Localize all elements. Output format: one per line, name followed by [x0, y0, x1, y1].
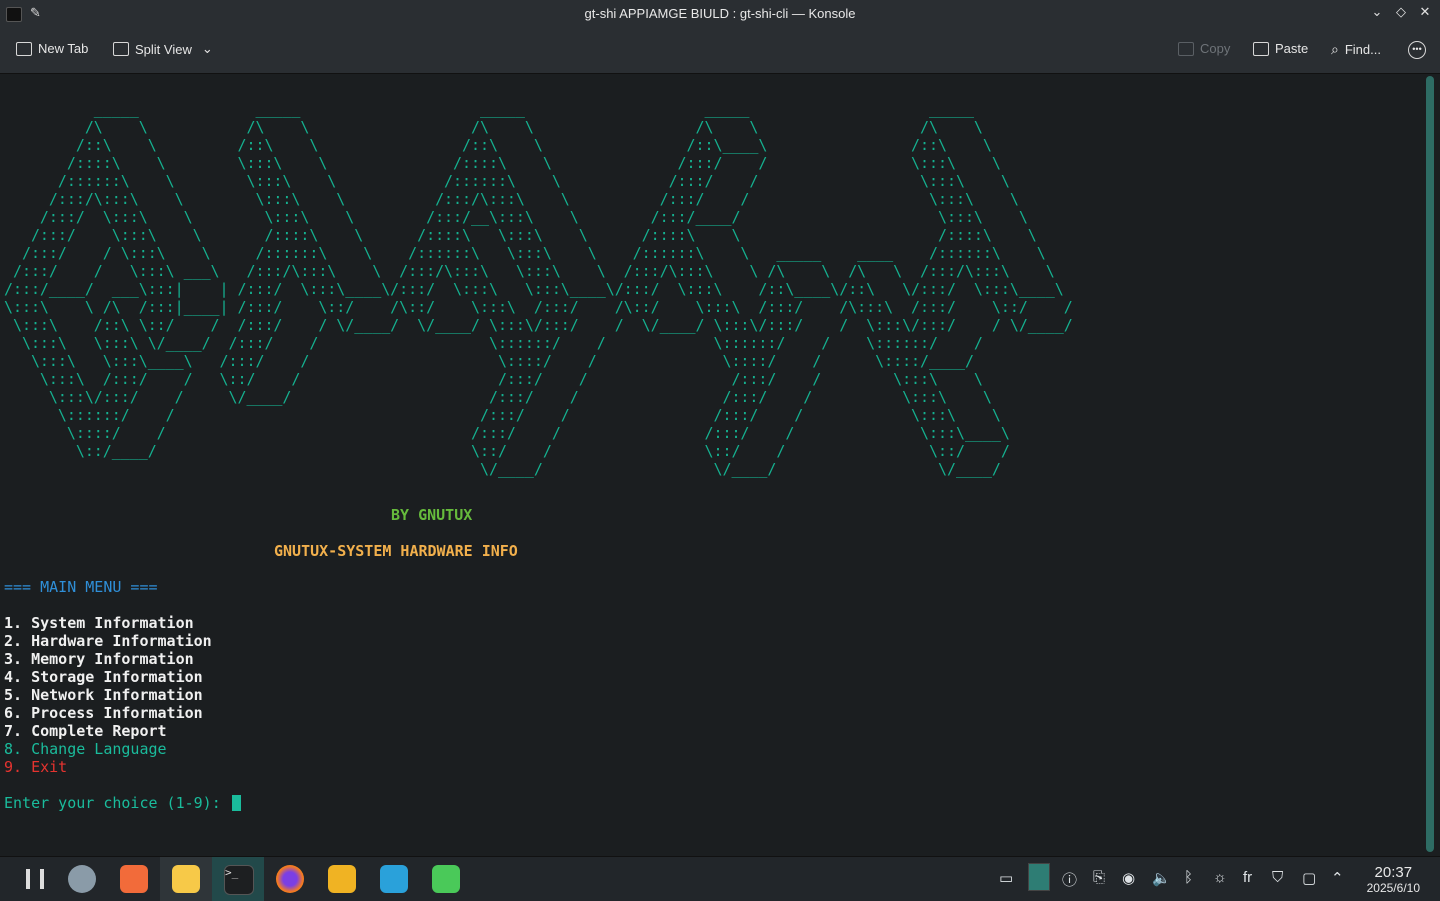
konsole-icon: >_ — [224, 865, 254, 895]
menu-header: === MAIN MENU === — [4, 578, 158, 596]
new-tab-button[interactable]: New Tab — [16, 41, 88, 56]
file-manager-icon — [172, 865, 200, 893]
app-launcher-icon — [26, 869, 44, 889]
store-icon — [120, 865, 148, 893]
paste-icon — [1253, 41, 1269, 56]
updates-icon[interactable]: ⛉ — [1272, 869, 1283, 886]
find-label: Find... — [1344, 42, 1381, 57]
ascii-banner: _____ _____ _____ _____ _____ /\ \ /\ \ … — [4, 100, 1073, 478]
bluetooth-icon[interactable]: ᛒ — [1184, 869, 1193, 886]
terminal-view[interactable]: _____ _____ _____ _____ _____ /\ \ /\ \ … — [0, 74, 1420, 856]
system-settings-icon — [68, 865, 96, 893]
telegram-button[interactable] — [368, 857, 420, 901]
split-view-icon — [113, 42, 129, 56]
notifications-icon[interactable]: ▢ — [1302, 869, 1316, 887]
prompt-text: Enter your choice (1-9): — [4, 794, 230, 812]
menu-item: 1. System Information — [4, 614, 194, 632]
new-tab-label: New Tab — [38, 41, 89, 56]
input-prompt[interactable]: Enter your choice (1-9): — [4, 794, 241, 812]
firefox-icon — [276, 865, 304, 893]
keyboard-layout[interactable]: fr — [1243, 869, 1252, 886]
minimize-icon[interactable]: ⌄ — [1370, 4, 1384, 20]
app-launcher-button[interactable] — [8, 857, 60, 901]
paste-button[interactable]: Paste — [1253, 41, 1308, 56]
menu-item: 3. Memory Information — [4, 650, 194, 668]
chevron-up-icon[interactable]: ⌃ — [1331, 869, 1344, 887]
find-button[interactable]: ⌕ Find... — [1331, 41, 1381, 58]
konsole-button[interactable]: >_ — [212, 857, 264, 901]
copy-icon — [1178, 41, 1194, 56]
pager-icon[interactable] — [1028, 863, 1050, 891]
file-manager-button[interactable] — [160, 857, 212, 901]
clock-time: 20:37 — [1374, 864, 1413, 881]
menu-item: 6. Process Information — [4, 704, 203, 722]
split-view-label: Split View — [135, 41, 192, 57]
store-button[interactable] — [108, 857, 160, 901]
media-icon[interactable]: ◉ — [1122, 869, 1135, 887]
clock-date: 2025/6/10 — [1366, 881, 1420, 895]
menu-item: 5. Network Information — [4, 686, 203, 704]
terminal-scrollbar[interactable] — [1420, 74, 1440, 856]
new-tab-icon — [16, 41, 32, 56]
clipboard-icon[interactable]: ⎘ — [1093, 869, 1105, 886]
menu-item-language: 8. Change Language — [4, 740, 167, 758]
brave-icon — [328, 865, 356, 893]
text-cursor — [231, 795, 241, 811]
brave-button[interactable] — [316, 857, 368, 901]
brightness-icon[interactable]: ☼ — [1213, 869, 1227, 886]
toolbar: New Tab Split View ⌄ Copy Paste ⌕ Find..… — [0, 28, 1440, 74]
clock[interactable]: 20:37 2025/6/10 — [1367, 864, 1420, 895]
telegram-icon — [380, 865, 408, 893]
system-settings-button[interactable] — [56, 857, 108, 901]
copy-button[interactable]: Copy — [1178, 41, 1230, 56]
search-icon: ⌕ — [1331, 41, 1339, 57]
copy-label: Copy — [1200, 41, 1231, 56]
chevron-down-icon[interactable]: ⌄ — [202, 41, 213, 57]
taskbar: >_ ▭ ⓘ ⎘ ◉ 🔈 ᛒ ☼ fr ⛉ ▢ ⌃ 20:37 2025/6/1… — [0, 856, 1440, 901]
whatsapp-button[interactable] — [420, 857, 472, 901]
paste-label: Paste — [1275, 41, 1309, 56]
system-title: GNUTUX-SYSTEM HARDWARE INFO — [274, 542, 518, 560]
split-view-button[interactable]: Split View ⌄ — [113, 41, 213, 57]
more-options-icon[interactable]: ••• — [1408, 41, 1426, 59]
whatsapp-icon — [432, 865, 460, 893]
info-icon[interactable]: ⓘ — [1062, 869, 1077, 890]
by-line: BY GNUTUX — [391, 506, 473, 524]
menu-item-exit: 9. Exit — [4, 758, 68, 776]
menu-item: 2. Hardware Information — [4, 632, 212, 650]
scrollbar-thumb[interactable] — [1426, 76, 1434, 852]
menu-item: 4. Storage Information — [4, 668, 203, 686]
menu-item: 7. Complete Report — [4, 722, 167, 740]
window-title: gt-shi APPIAMGE BIULD : gt-shi-cli — Kon… — [584, 6, 856, 21]
title-bar: ✎ gt-shi APPIAMGE BIULD : gt-shi-cli — K… — [0, 0, 1440, 28]
volume-icon[interactable]: 🔈 — [1152, 869, 1171, 887]
window-icon[interactable]: ▭ — [999, 869, 1013, 887]
close-icon[interactable]: ✕ — [1418, 4, 1432, 20]
firefox-button[interactable] — [264, 857, 316, 901]
maximize-icon[interactable]: ◇ — [1394, 4, 1408, 20]
